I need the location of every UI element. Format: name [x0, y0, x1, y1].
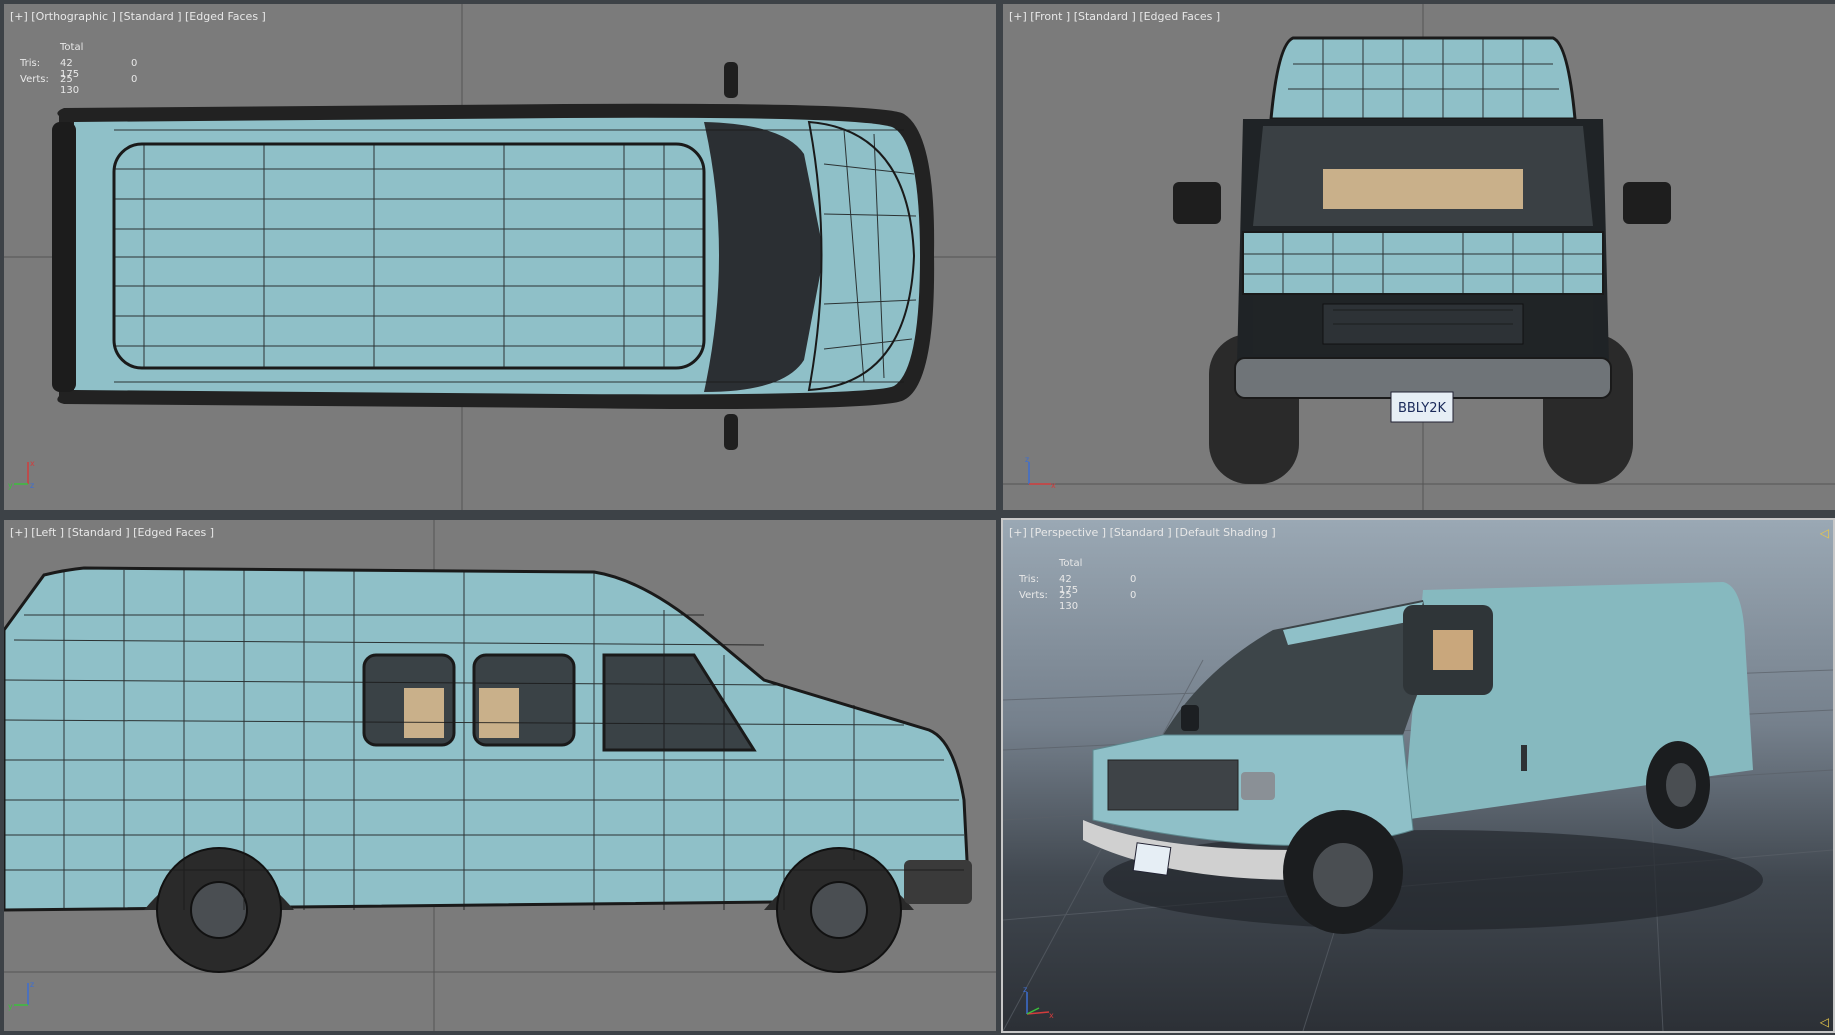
stats-total-header: Total: [60, 42, 84, 53]
viewport-front[interactable]: [+] [Front ] [Standard ] [Edged Faces ] …: [1003, 4, 1835, 510]
viewport-label-front[interactable]: [+] [Front ] [Standard ] [Edged Faces ]: [1009, 10, 1220, 23]
svg-text:z: z: [1023, 985, 1027, 994]
stats-verts-value: 25 130: [1059, 590, 1079, 612]
van-front-wireframe: BBLY2K: [1003, 4, 1835, 510]
stats-verts-sel: 0: [1130, 590, 1137, 601]
svg-text:x: x: [1049, 1011, 1054, 1020]
stats-tris-label: Tris:: [20, 58, 41, 69]
viewport-left[interactable]: [+] [Left ] [Standard ] [Edged Faces ] z…: [4, 520, 996, 1031]
svg-text:x: x: [1051, 481, 1056, 490]
license-plate-front: BBLY2K: [1398, 401, 1447, 416]
stats-verts-label: Verts:: [1019, 590, 1048, 601]
stats-tris-sel: 0: [1130, 574, 1137, 585]
stats-verts-sel: 0: [131, 74, 138, 85]
viewport-label-perspective[interactable]: [+] [Perspective ] [Standard ] [Default …: [1009, 526, 1276, 539]
viewport-top[interactable]: [+] [Orthographic ] [Standard ] [Edged F…: [4, 4, 996, 510]
stats-tris-label: Tris:: [1019, 574, 1040, 585]
stats-tris-sel: 0: [131, 58, 138, 69]
viewport-label-left[interactable]: [+] [Left ] [Standard ] [Edged Faces ]: [10, 526, 214, 539]
van-perspective-render: [1003, 582, 1833, 1031]
stats-total-header: Total: [1059, 558, 1083, 569]
viewport-corner-marker: ◁: [1819, 1015, 1829, 1029]
svg-text:z: z: [30, 980, 34, 989]
svg-text:y: y: [8, 481, 13, 490]
svg-text:y: y: [8, 1002, 13, 1011]
svg-text:z: z: [30, 481, 34, 490]
svg-text:z: z: [1025, 455, 1029, 464]
stats-verts-label: Verts:: [20, 74, 49, 85]
svg-text:x: x: [30, 459, 35, 468]
van-side-wireframe: [4, 520, 996, 1031]
van-top-wireframe: [4, 4, 996, 510]
stats-verts-value: 25 130: [60, 74, 80, 96]
viewport-perspective[interactable]: [+] [Perspective ] [Standard ] [Default …: [1001, 518, 1835, 1033]
viewport-corner-marker: ◁: [1819, 526, 1829, 540]
viewport-label-top[interactable]: [+] [Orthographic ] [Standard ] [Edged F…: [10, 10, 266, 23]
